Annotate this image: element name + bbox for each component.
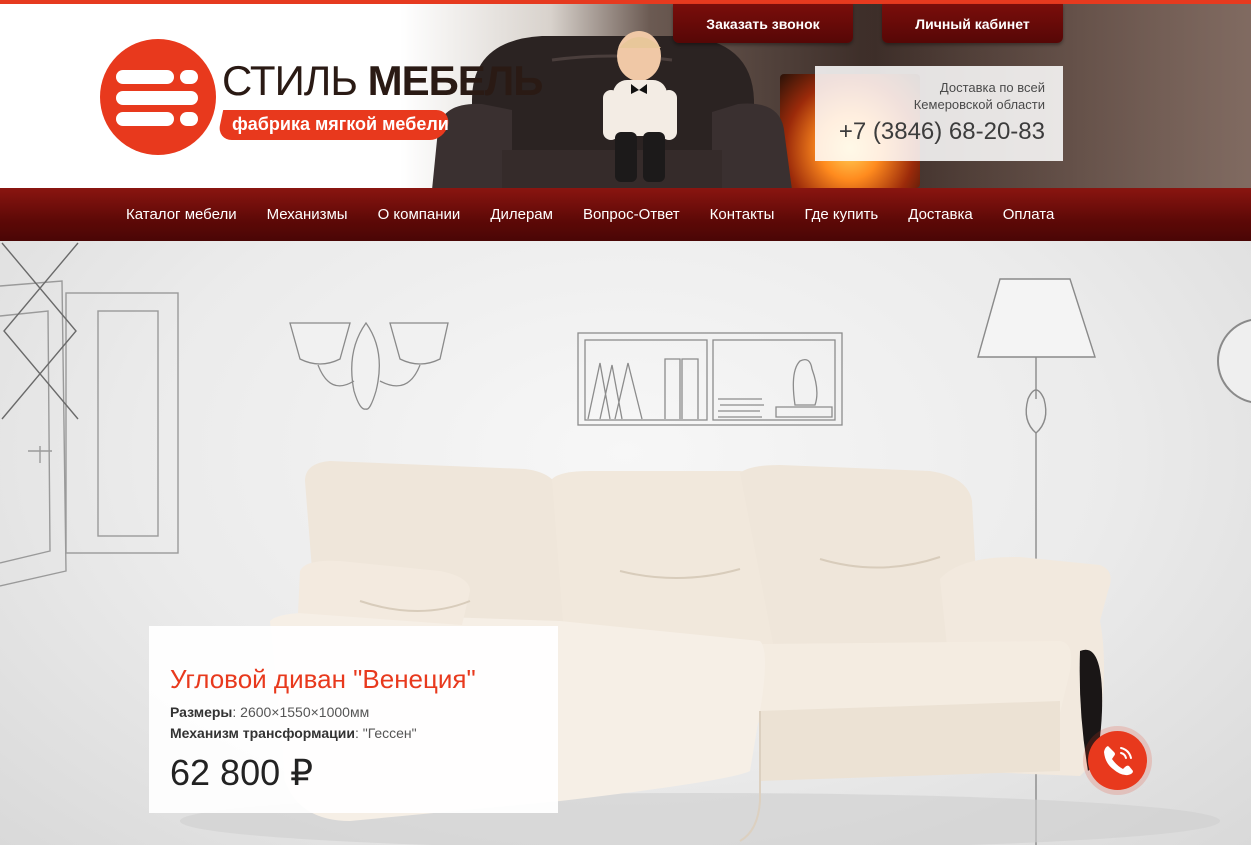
nav-item-delivery[interactable]: Доставка	[893, 206, 987, 223]
size-label: Размеры	[170, 704, 233, 720]
product-price: 62 800 ₽	[170, 752, 314, 793]
delivery-line-1: Доставка по всей	[939, 80, 1045, 95]
nav-item-dealers[interactable]: Дилерам	[475, 206, 568, 223]
nav-item-contacts[interactable]: Контакты	[695, 206, 790, 223]
shelf-sketch	[577, 332, 843, 426]
product-title[interactable]: Угловой диван "Венеция"	[170, 664, 476, 695]
product-mechanism: Механизм трансформации: "Гессен"	[170, 725, 417, 741]
delivery-info-box: Доставка по всей Кемеровской области +7 …	[815, 66, 1063, 161]
main-nav: Каталог мебели Механизмы О компании Диле…	[0, 188, 1251, 241]
personal-cabinet-button[interactable]: Личный кабинет	[882, 4, 1063, 43]
header: СТИЛЬ МЕБЕЛЬ фабрика мягкой мебели Доста…	[0, 4, 1251, 188]
product-info-card: Угловой диван "Венеция" Размеры: 2600×15…	[149, 626, 558, 813]
logo-circle[interactable]	[100, 39, 216, 155]
phone-icon	[1104, 746, 1133, 776]
logo-text[interactable]: СТИЛЬ МЕБЕЛЬ	[222, 57, 544, 104]
chevron-right-icon	[1, 242, 77, 420]
phone-number[interactable]: +7 (3846) 68-20-83	[839, 118, 1045, 146]
mechanism-value: : "Гессен"	[354, 725, 417, 741]
product-size: Размеры: 2600×1550×1000мм	[170, 704, 369, 720]
nav-item-faq[interactable]: Вопрос-Ответ	[568, 206, 695, 223]
logo-tagline: фабрика мягкой мебели	[232, 114, 449, 134]
logo-mark-icon	[116, 70, 198, 126]
child-image	[603, 31, 677, 182]
nav-item-where-to-buy[interactable]: Где купить	[789, 206, 893, 223]
sconce-sketch	[289, 321, 449, 410]
size-value: : 2600×1550×1000мм	[232, 704, 370, 720]
slider-next-button[interactable]	[0, 241, 80, 421]
request-call-button[interactable]: Заказать звонок	[673, 4, 853, 43]
hero-slider: Угловой диван "Венеция" Размеры: 2600×15…	[0, 241, 1251, 845]
nav-item-about[interactable]: О компании	[363, 206, 476, 223]
nav-item-catalog[interactable]: Каталог мебели	[111, 206, 252, 223]
delivery-line-2: Кемеровской области	[913, 97, 1045, 112]
logo-name-light: СТИЛЬ	[222, 57, 358, 104]
callback-floating-button[interactable]	[1088, 731, 1147, 790]
mechanism-label: Механизм трансформации	[170, 725, 355, 741]
nav-item-payment[interactable]: Оплата	[988, 206, 1070, 223]
clock-sketch	[1217, 318, 1251, 404]
nav-item-mechanisms[interactable]: Механизмы	[252, 206, 363, 223]
logo-name-bold: МЕБЕЛЬ	[367, 57, 544, 104]
